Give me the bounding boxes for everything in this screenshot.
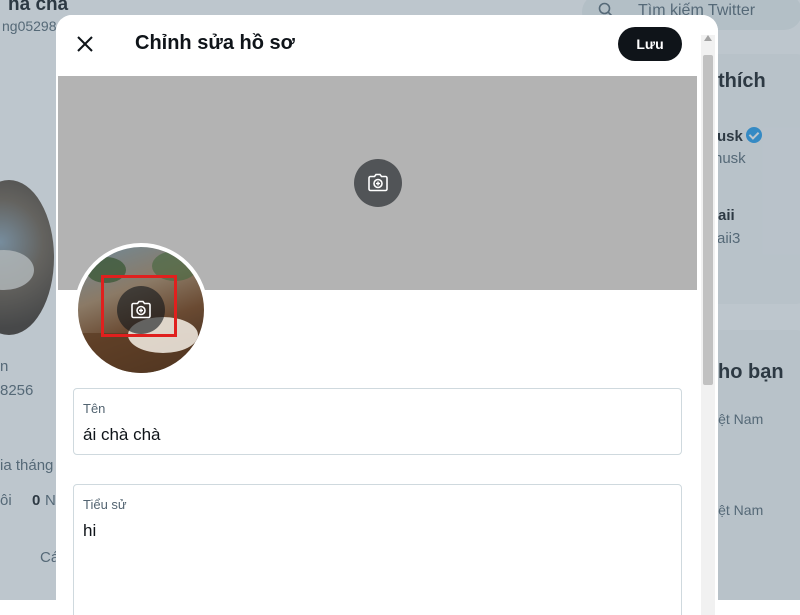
scrollbar-thumb[interactable] — [703, 55, 713, 385]
edit-profile-dialog: Chỉnh sửa hồ sơ Lưu Tên ái chà chà Tiểu … — [56, 15, 718, 615]
close-icon — [77, 36, 93, 52]
camera-add-icon — [368, 173, 388, 192]
dialog-title: Chỉnh sửa hồ sơ — [135, 32, 295, 54]
save-button[interactable]: Lưu — [618, 27, 682, 61]
bio-field[interactable]: Tiểu sử hi — [73, 484, 682, 615]
scrollbar-up-arrow[interactable] — [704, 35, 712, 41]
add-banner-photo-button[interactable] — [354, 159, 402, 207]
name-field[interactable]: Tên ái chà chà — [73, 388, 682, 455]
bio-field-label: Tiểu sử — [83, 497, 127, 512]
highlight-annotation — [101, 275, 177, 337]
close-button[interactable] — [68, 27, 102, 61]
bio-field-value[interactable]: hi — [83, 521, 96, 541]
dialog-header: Chỉnh sửa hồ sơ Lưu — [56, 15, 718, 75]
name-field-value[interactable]: ái chà chà — [83, 425, 161, 445]
name-field-label: Tên — [83, 401, 106, 416]
